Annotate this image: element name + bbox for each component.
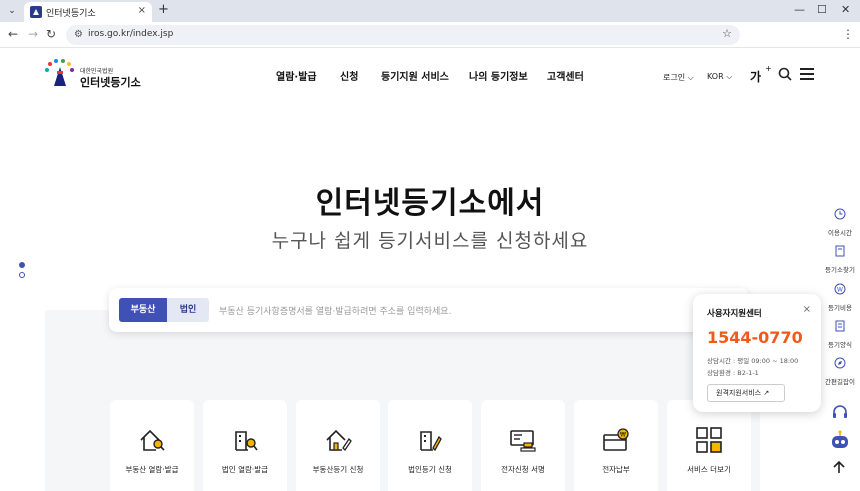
svg-text:W: W <box>837 287 843 294</box>
nav-apply[interactable]: 신청 <box>340 68 358 83</box>
browser-tab-bar: ⌄ 인터넷등기소 × + — ☐ ✕ <box>0 0 860 22</box>
service-corp-view[interactable]: 법인 열람·발급 <box>203 400 287 491</box>
building-search-icon <box>235 431 258 451</box>
quick-label: 이용시간 <box>828 229 852 237</box>
scroll-top-arrow-icon[interactable] <box>832 460 846 474</box>
slide-indicator[interactable] <box>19 272 25 278</box>
popup-title: 사용자지원센터 <box>707 309 762 319</box>
tab-title: 인터넷등기소 <box>46 9 96 19</box>
service-e-payment[interactable]: ₩ 전자납부 <box>574 400 658 491</box>
support-hours: 상담시간 : 평일 09:00 ~ 18:00 <box>707 357 799 365</box>
service-label: 부동산등기 신청 <box>312 465 364 474</box>
hero-subtitle: 누구나 쉽게 등기서비스를 신청하세요 <box>271 230 589 252</box>
bookmark-star-icon[interactable]: ☆ <box>722 27 732 40</box>
court-emblem-icon[interactable] <box>44 58 76 88</box>
house-search-icon <box>140 429 165 451</box>
nav-registry-support[interactable]: 등기지원 서비스 <box>381 68 449 83</box>
quick-label: 등기소찾기 <box>825 266 855 274</box>
service-label: 법인 열람·발급 <box>221 465 269 474</box>
minimize-button[interactable]: — <box>794 3 805 16</box>
nav-customer-center[interactable]: 고객센터 <box>547 68 584 83</box>
nav-my-registry[interactable]: 나의 등기정보 <box>469 68 528 83</box>
window-close-button[interactable]: ✕ <box>841 3 850 16</box>
font-size-button[interactable]: 가 <box>750 68 761 85</box>
remote-support-button[interactable]: 원격지원서비스 ↗ <box>707 384 785 402</box>
service-label: 법인등기 신청 <box>408 465 452 474</box>
tab-search-dropdown-icon[interactable]: ⌄ <box>4 3 20 19</box>
language-label: KOR <box>707 72 724 81</box>
quick-label: 등기양식 <box>828 341 852 349</box>
document-icon <box>835 320 845 332</box>
site-favicon-icon <box>30 6 42 18</box>
external-link-icon: ↗ <box>763 389 770 397</box>
new-tab-button[interactable]: + <box>158 2 169 17</box>
service-corp-apply[interactable]: 법인등기 신청 <box>388 400 472 491</box>
headset-icon[interactable] <box>831 403 849 421</box>
quick-easy-guide[interactable]: 간편길잡이 <box>820 354 860 386</box>
search-input[interactable]: 부동산 등기사항증명서를 열람·발급하려면 주소를 입력하세요. <box>219 304 451 317</box>
login-link[interactable]: 로그인 ⌵ <box>663 72 694 83</box>
service-e-sign[interactable]: 전자신청 서명 <box>481 400 565 491</box>
remote-support-label: 원격지원서비스 <box>716 389 762 397</box>
nav-view-issue[interactable]: 열람·발급 <box>276 68 317 83</box>
chevron-down-icon: ⌵ <box>726 72 733 81</box>
quick-usage-hours[interactable]: 이용시간 <box>820 205 860 237</box>
quick-label: 등기비용 <box>828 304 852 312</box>
browser-menu-icon[interactable]: ⋮ <box>842 27 854 41</box>
search-icon[interactable] <box>778 67 792 81</box>
grid-icon <box>696 427 722 453</box>
support-center-popup: 사용자지원센터 × 1544-0770 상담시간 : 평일 09:00 ~ 18… <box>693 294 821 412</box>
login-label: 로그인 <box>663 73 686 82</box>
hero-title: 인터넷등기소에서 <box>315 186 545 221</box>
slide-indicator-active[interactable] <box>19 262 25 268</box>
quick-label: 간편길잡이 <box>825 378 855 386</box>
svg-text:₩: ₩ <box>620 432 626 439</box>
back-arrow-icon[interactable]: ← <box>8 27 18 41</box>
maximize-button[interactable]: ☐ <box>817 3 827 16</box>
support-environment: 상담환경 : B2-1-1 <box>707 369 759 377</box>
logo-title[interactable]: 인터넷등기소 <box>80 74 141 90</box>
popup-close-icon[interactable]: × <box>803 304 811 315</box>
map-book-icon <box>835 245 845 257</box>
service-label: 전자신청 서명 <box>501 465 545 474</box>
tab-corporation[interactable]: 법인 <box>167 298 209 322</box>
site-info-icon[interactable]: ⚙ <box>74 29 83 40</box>
hamburger-menu-icon[interactable] <box>800 68 814 80</box>
service-more[interactable]: 서비스 더보기 <box>667 400 751 491</box>
font-plus-icon: + <box>765 64 772 73</box>
url-text[interactable]: iros.go.kr/index.jsp <box>88 29 173 39</box>
clock-icon <box>834 208 846 220</box>
quick-registry-forms[interactable]: 등기양식 <box>820 317 860 349</box>
reload-icon[interactable]: ↻ <box>46 27 56 41</box>
service-label: 부동산 열람·발급 <box>125 465 179 474</box>
compass-icon <box>834 357 846 369</box>
building-pen-icon <box>420 431 442 452</box>
sign-card-icon <box>510 430 536 452</box>
chevron-down-icon: ⌵ <box>687 73 694 82</box>
browser-tab[interactable]: 인터넷등기소 × <box>24 2 152 22</box>
service-label: 서비스 더보기 <box>687 465 731 474</box>
language-select[interactable]: KOR ⌵ <box>707 72 732 82</box>
forward-arrow-icon[interactable]: → <box>28 27 38 41</box>
tab-real-estate[interactable]: 부동산 <box>119 298 167 322</box>
address-bar-row: ← → ↻ ⚙ iros.go.kr/index.jsp ☆ ⋮ <box>0 22 860 48</box>
url-field[interactable]: ⚙ iros.go.kr/index.jsp ☆ <box>66 25 740 45</box>
service-realestate-view[interactable]: 부동산 열람·발급 <box>110 400 194 491</box>
wallet-won-icon: ₩ <box>603 428 629 451</box>
support-phone: 1544-0770 <box>707 328 803 347</box>
address-search-box: 부동산 법인 부동산 등기사항증명서를 열람·발급하려면 주소를 입력하세요. <box>109 288 749 332</box>
house-pen-icon <box>326 429 352 452</box>
tab-close-icon[interactable]: × <box>138 5 146 16</box>
quick-find-office[interactable]: 등기소찾기 <box>820 242 860 274</box>
service-realestate-apply[interactable]: 부동산등기 신청 <box>296 400 380 491</box>
quick-registry-cost[interactable]: W 등기비용 <box>820 280 860 312</box>
chatbot-robot-icon[interactable] <box>829 430 851 452</box>
won-coin-icon: W <box>834 283 846 295</box>
service-label: 전자납부 <box>602 465 630 474</box>
